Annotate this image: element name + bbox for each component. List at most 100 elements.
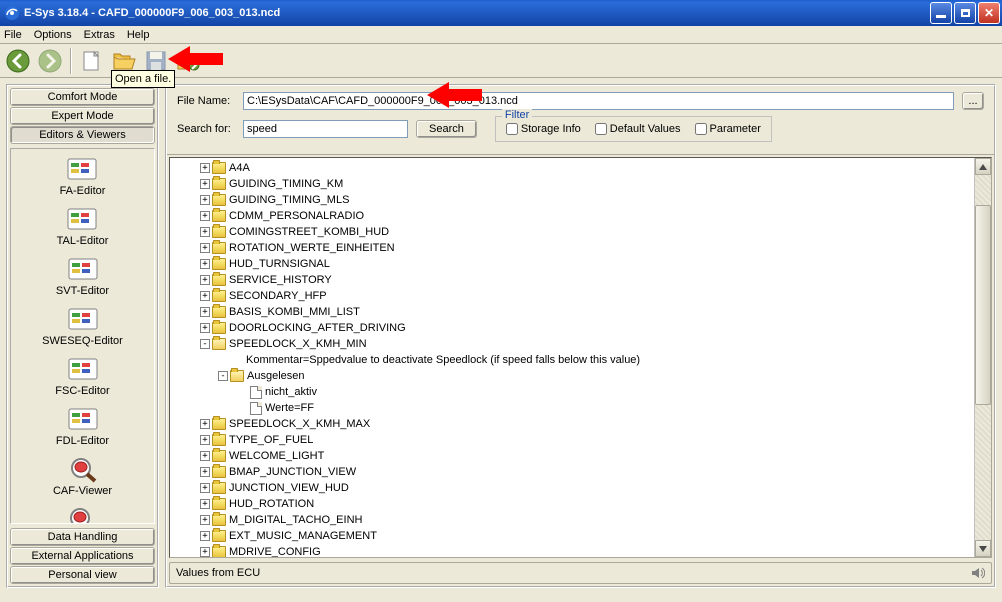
scroll-track[interactable] bbox=[975, 175, 991, 540]
expand-toggle[interactable]: + bbox=[200, 547, 210, 557]
menu-help[interactable]: Help bbox=[127, 29, 150, 41]
expand-toggle[interactable]: + bbox=[200, 451, 210, 461]
tree-node[interactable]: +JUNCTION_VIEW_HUD bbox=[200, 480, 974, 496]
expand-toggle[interactable]: + bbox=[200, 515, 210, 525]
scroll-down-button[interactable] bbox=[975, 540, 991, 557]
editor-item-label: FDL-Editor bbox=[56, 435, 109, 447]
tree-node[interactable]: + CDMM_PERSONALRADIO bbox=[200, 208, 974, 224]
file-name-label: File Name: bbox=[177, 95, 235, 107]
default-values-checkbox[interactable]: Default Values bbox=[595, 123, 681, 135]
tree-node[interactable]: Kommentar=Sppedvalue to deactivate Speed… bbox=[200, 352, 974, 368]
expand-toggle[interactable]: + bbox=[200, 483, 210, 493]
filter-group: Filter Storage Info Default Values Param… bbox=[495, 116, 772, 142]
expand-toggle[interactable]: + bbox=[200, 531, 210, 541]
search-button[interactable]: Search bbox=[416, 120, 477, 138]
expand-toggle[interactable]: + bbox=[200, 467, 210, 477]
tree-node[interactable]: + TYPE_OF_FUEL bbox=[200, 432, 974, 448]
expand-toggle[interactable]: + bbox=[200, 179, 210, 189]
data-handling-button[interactable]: Data Handling bbox=[10, 528, 155, 546]
expand-toggle[interactable]: + bbox=[200, 275, 210, 285]
tree-node[interactable]: +M_DIGITAL_TACHO_EINH bbox=[200, 512, 974, 528]
back-button[interactable] bbox=[4, 47, 32, 75]
expand-toggle[interactable]: + bbox=[200, 195, 210, 205]
tree-node[interactable]: +MDRIVE_CONFIG bbox=[200, 544, 974, 557]
tree-node[interactable]: nicht_aktiv bbox=[200, 384, 974, 400]
search-input[interactable] bbox=[243, 120, 408, 138]
tree-node-label: HUD_TURNSIGNAL bbox=[229, 258, 330, 270]
tree-node[interactable]: +HUD_ROTATION bbox=[200, 496, 974, 512]
menu-extras[interactable]: Extras bbox=[84, 29, 115, 41]
expand-toggle[interactable]: - bbox=[218, 371, 228, 381]
expand-toggle[interactable]: + bbox=[200, 323, 210, 333]
expert-mode-button[interactable]: Expert Mode bbox=[10, 107, 155, 125]
tooltip: Open a file. bbox=[111, 70, 175, 88]
tree-node[interactable]: +WELCOME_LIGHT bbox=[200, 448, 974, 464]
tree-node[interactable]: +SERVICE_HISTORY bbox=[200, 272, 974, 288]
expand-toggle[interactable]: + bbox=[200, 163, 210, 173]
menu-file[interactable]: File bbox=[4, 29, 22, 41]
menu-options[interactable]: Options bbox=[34, 29, 72, 41]
tree-node[interactable]: + DOORLOCKING_AFTER_DRIVING bbox=[200, 320, 974, 336]
scroll-up-button[interactable] bbox=[975, 158, 991, 175]
parameter-checkbox[interactable]: Parameter bbox=[695, 123, 761, 135]
tree[interactable]: +A4A+GUIDING_TIMING_KM+GUIDING_TIMING_ML… bbox=[170, 158, 974, 557]
tree-node[interactable]: + GUIDING_TIMING_MLS bbox=[200, 192, 974, 208]
expand-toggle[interactable]: + bbox=[200, 259, 210, 269]
close-button[interactable]: ✕ bbox=[978, 2, 1000, 24]
expand-toggle[interactable]: + bbox=[200, 227, 210, 237]
external-applications-button[interactable]: External Applications bbox=[10, 547, 155, 565]
editor-item[interactable]: SVT-Editor bbox=[52, 253, 113, 299]
tree-node-label: BMAP_JUNCTION_VIEW bbox=[229, 466, 356, 478]
editor-item[interactable]: TAL-Editor bbox=[53, 203, 113, 249]
maximize-button[interactable] bbox=[954, 2, 976, 24]
folder-icon bbox=[212, 466, 226, 478]
expand-toggle[interactable]: + bbox=[200, 291, 210, 301]
editor-icon bbox=[67, 405, 99, 433]
expand-toggle[interactable]: + bbox=[200, 435, 210, 445]
editor-item[interactable]: CAF-Viewer bbox=[49, 453, 116, 499]
tree-node[interactable]: Werte=FF bbox=[200, 400, 974, 416]
tree-node-label: GUIDING_TIMING_MLS bbox=[229, 194, 349, 206]
expand-toggle[interactable]: + bbox=[200, 307, 210, 317]
editor-item[interactable]: FDL-Editor bbox=[52, 403, 113, 449]
storage-info-checkbox[interactable]: Storage Info bbox=[506, 123, 581, 135]
minimize-button[interactable] bbox=[930, 2, 952, 24]
tree-node[interactable]: +BASIS_KOMBI_MMI_LIST bbox=[200, 304, 974, 320]
tree-node-label: CDMM_PERSONALRADIO bbox=[229, 210, 364, 222]
editor-item[interactable]: FSC-Editor bbox=[51, 353, 113, 399]
expand-toggle[interactable]: + bbox=[200, 419, 210, 429]
tree-node-label: SPEEDLOCK_X_KMH_MIN bbox=[229, 338, 367, 350]
expand-toggle[interactable]: + bbox=[200, 211, 210, 221]
tree-node[interactable]: - SPEEDLOCK_X_KMH_MIN bbox=[200, 336, 974, 352]
tree-node-label: EXT_MUSIC_MANAGEMENT bbox=[229, 530, 377, 542]
tree-node[interactable]: +SPEEDLOCK_X_KMH_MAX bbox=[200, 416, 974, 432]
scroll-thumb[interactable] bbox=[975, 205, 991, 405]
expand-toggle[interactable]: - bbox=[200, 339, 210, 349]
tree-node[interactable]: + BMAP_JUNCTION_VIEW bbox=[200, 464, 974, 480]
forward-button[interactable] bbox=[36, 47, 64, 75]
tree-node[interactable]: +GUIDING_TIMING_KM bbox=[200, 176, 974, 192]
vertical-scrollbar[interactable] bbox=[974, 158, 991, 557]
tree-node-label: DOORLOCKING_AFTER_DRIVING bbox=[229, 322, 406, 334]
editor-item[interactable]: FA-Editor bbox=[56, 153, 110, 199]
tree-node[interactable]: +ROTATION_WERTE_EINHEITEN bbox=[200, 240, 974, 256]
tree-node[interactable]: + HUD_TURNSIGNAL bbox=[200, 256, 974, 272]
editor-item[interactable]: SWESEQ-Editor bbox=[38, 303, 127, 349]
personal-view-button[interactable]: Personal view bbox=[10, 566, 155, 584]
values-from-ecu-panel[interactable]: Values from ECU bbox=[169, 562, 992, 584]
expand-toggle[interactable]: + bbox=[200, 499, 210, 509]
editors-viewers-button[interactable]: Editors & Viewers bbox=[10, 126, 155, 144]
editor-item[interactable]: Log-Viewer bbox=[51, 503, 114, 524]
comfort-mode-button[interactable]: Comfort Mode bbox=[10, 88, 155, 106]
editor-icon bbox=[67, 455, 99, 483]
tree-node[interactable]: -Ausgelesen bbox=[200, 368, 974, 384]
tree-node-label: TYPE_OF_FUEL bbox=[229, 434, 313, 446]
expand-toggle[interactable]: + bbox=[200, 243, 210, 253]
new-button[interactable] bbox=[78, 47, 106, 75]
tree-node[interactable]: +SECONDARY_HFP bbox=[200, 288, 974, 304]
tree-node[interactable]: +A4A bbox=[200, 160, 974, 176]
tree-node[interactable]: + EXT_MUSIC_MANAGEMENT bbox=[200, 528, 974, 544]
tree-node[interactable]: +COMINGSTREET_KOMBI_HUD bbox=[200, 224, 974, 240]
browse-button[interactable]: ... bbox=[962, 92, 984, 110]
file-name-input[interactable] bbox=[243, 92, 954, 110]
